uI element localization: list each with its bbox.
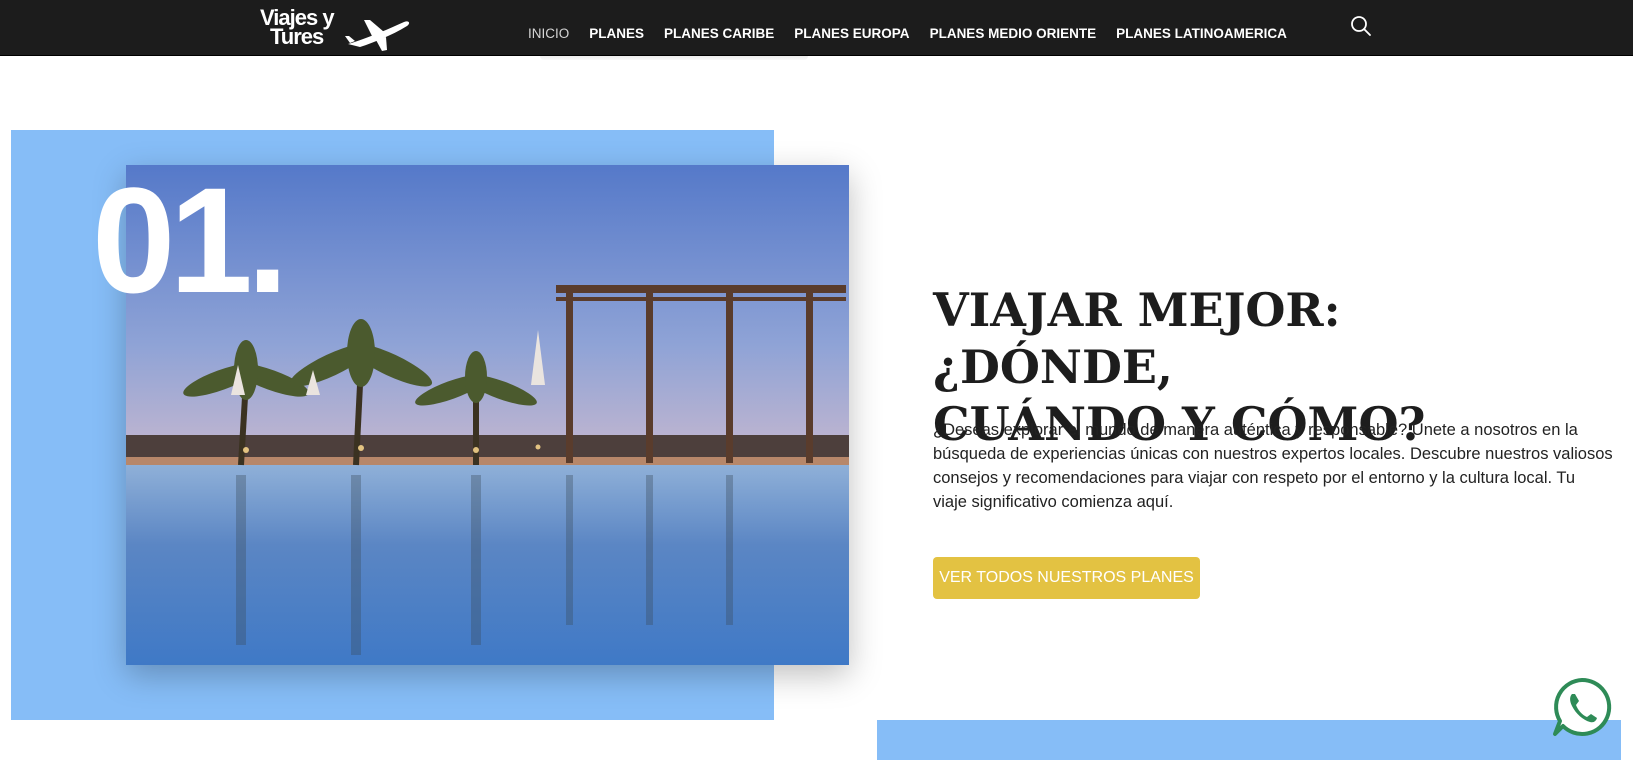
nav-item-planes-caribe[interactable]: PLANES CARIBE (664, 26, 774, 41)
whatsapp-icon[interactable] (1551, 676, 1613, 738)
airplane-icon (345, 20, 410, 51)
headline-line-1: VIAJAR MEJOR: ¿DÓNDE, (933, 283, 1341, 394)
logo-wordmark: Viajes y Tures (260, 7, 335, 49)
nav-item-planes[interactable]: PLANES (589, 26, 644, 41)
nav-item-planes-latinoamerica[interactable]: PLANES LATINOAMERICA (1116, 26, 1287, 41)
section-number: 01. (92, 156, 289, 324)
site-header: Viajes y Tures INICIO PLANES PLANES CARI… (0, 0, 1633, 56)
site-logo[interactable]: Viajes y Tures (260, 7, 410, 54)
hero-description: ¿Deseas explorar el mundo de manera auté… (933, 421, 1613, 511)
main-navigation: INICIO PLANES PLANES CARIBE PLANES EUROP… (528, 26, 1287, 41)
nav-item-inicio[interactable]: INICIO (528, 26, 569, 41)
search-icon[interactable] (1349, 14, 1373, 38)
nav-item-planes-medio-oriente[interactable]: PLANES MEDIO ORIENTE (930, 26, 1097, 41)
view-all-plans-button[interactable]: VER TODOS NUESTROS PLANES (933, 557, 1200, 599)
logo-line-2: Tures (270, 24, 324, 49)
dropdown-shadow (540, 56, 808, 60)
next-section-blue-block (877, 720, 1621, 760)
nav-item-planes-europa[interactable]: PLANES EUROPA (794, 26, 909, 41)
